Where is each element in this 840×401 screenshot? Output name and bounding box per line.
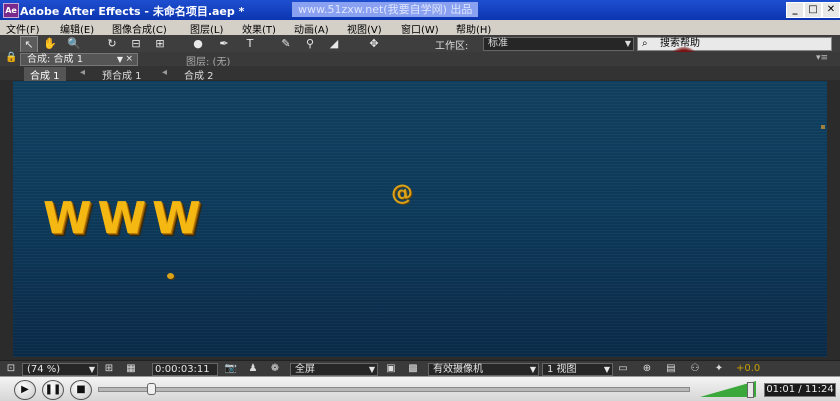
viewer-controls-bar: ⊡ (74 %) ▼ ⊞ ▦ 0:00:03:11 📷 ♟ ❁ 全屏 ▼ ▣ ▩… <box>0 360 840 377</box>
camera-tool-icon[interactable]: ⊟ <box>128 36 144 51</box>
fast-preview-icon[interactable]: ⊕ <box>640 363 654 375</box>
maximize-button[interactable]: □ <box>804 2 822 18</box>
hand-tool-icon[interactable]: ✋ <box>42 36 58 51</box>
lock-icon[interactable]: 🔒 <box>5 52 17 63</box>
clone-stamp-tool-icon[interactable]: ⚲ <box>302 36 318 51</box>
chevron-down-icon: ▼ <box>603 365 610 374</box>
composition-panel-header: 🔒 合成: 合成 1 ▼ × 图层: (无) ▾≡ <box>0 52 840 68</box>
ellipse-tool-icon[interactable]: ● <box>190 36 206 51</box>
composition-tab-label: 合成: 合成 1 <box>27 54 84 65</box>
after-effects-app-icon: Ae <box>3 3 19 18</box>
timecode-value: 0:00:03:11 <box>155 364 210 375</box>
panel-menu-icon[interactable]: ▾≡ <box>816 53 828 63</box>
watermark-banner: www.51zxw.net(我要自学网) 出品 <box>292 2 479 17</box>
zoom-tool-icon[interactable]: 🔍 <box>66 36 82 51</box>
menu-bar: 文件(F) 编辑(E) 图像合成(C) 图层(L) 效果(T) 动画(A) 视图… <box>0 20 840 36</box>
text-tool-icon[interactable]: T <box>242 36 258 51</box>
stop-icon[interactable]: ■ <box>70 380 92 400</box>
exposure-value[interactable]: +0.0 <box>736 363 760 374</box>
menu-edit[interactable]: 编辑(E) <box>60 21 94 36</box>
pan-behind-tool-icon[interactable]: ⊞ <box>152 36 168 51</box>
region-of-interest-icon[interactable]: ▣ <box>384 363 398 375</box>
menu-view[interactable]: 视图(V) <box>347 21 382 36</box>
always-preview-icon[interactable]: ⊡ <box>4 363 18 375</box>
window-titlebar: Ae Adobe After Effects - 未命名项目.aep * www… <box>0 0 840 20</box>
safe-zones-icon[interactable]: ⊞ <box>102 363 116 375</box>
grid-icon[interactable]: ▦ <box>124 363 138 375</box>
menu-effect[interactable]: 效果(T) <box>242 21 276 36</box>
view-layout-value: 1 视图 <box>547 364 577 375</box>
magnification-dropdown[interactable]: (74 %) ▼ <box>22 363 98 376</box>
chevron-down-icon: ▼ <box>529 365 536 374</box>
breadcrumb-comp-2[interactable]: 合成 2 <box>184 67 214 82</box>
dot-3d-shape <box>167 273 174 279</box>
pixel-aspect-icon[interactable]: ▭ <box>616 363 630 375</box>
close-button[interactable]: ✕ <box>822 2 840 18</box>
play-icon[interactable]: ▶ <box>14 380 36 400</box>
seek-thumb[interactable] <box>147 383 157 395</box>
puppet-tool-icon[interactable]: ✥ <box>366 36 382 51</box>
workspace-dropdown[interactable]: 标准 ▼ <box>483 37 634 51</box>
snapshot-camera-icon[interactable]: 📷 <box>224 363 238 375</box>
pen-tool-icon[interactable]: ✒ <box>216 36 232 51</box>
search-help-input[interactable]: ⌕ 搜索帮助 <box>637 37 832 51</box>
minimize-button[interactable]: _ <box>786 2 804 18</box>
timecode-field[interactable]: 0:00:03:11 <box>152 363 218 376</box>
transparency-grid-icon[interactable]: ▩ <box>406 363 420 375</box>
composition-viewer[interactable]: WWW @ <box>13 81 827 357</box>
view-layout-dropdown[interactable]: 1 视图 ▼ <box>542 363 613 376</box>
menu-layer[interactable]: 图层(L) <box>190 21 223 36</box>
breadcrumb-separator-icon: ◂ <box>162 67 168 78</box>
www-3d-text: WWW <box>43 193 207 244</box>
menu-animation[interactable]: 动画(A) <box>294 21 329 36</box>
eraser-tool-icon[interactable]: ◢ <box>326 36 342 51</box>
search-icon: ⌕ <box>642 38 648 49</box>
chevron-down-icon[interactable]: ▼ <box>117 54 123 65</box>
at-sign-3d-text: @ <box>389 179 415 208</box>
camera-view-value: 有效摄像机 <box>433 364 483 375</box>
menu-window[interactable]: 窗口(W) <box>401 21 439 36</box>
rotate-tool-icon[interactable]: ↻ <box>104 36 120 51</box>
composition-breadcrumb: 合成 1 ◂ 预合成 1 ◂ 合成 2 <box>0 66 840 82</box>
menu-composition[interactable]: 图像合成(C) <box>112 21 167 36</box>
window-title: Adobe After Effects - 未命名项目.aep * <box>20 5 245 18</box>
resolution-value: 全屏 <box>295 364 315 375</box>
color-channels-icon[interactable]: ❁ <box>268 363 282 375</box>
selection-tool-icon[interactable]: ↖ <box>20 36 38 53</box>
edge-marker <box>821 125 825 129</box>
resolution-dropdown[interactable]: 全屏 ▼ <box>290 363 378 376</box>
chevron-down-icon: ▼ <box>624 39 631 48</box>
playback-time: 01:01 / 11:24 <box>764 383 836 397</box>
exposure-icon[interactable]: ✦ <box>712 363 726 375</box>
pause-icon[interactable]: ❚❚ <box>42 380 64 400</box>
chevron-down-icon: ▼ <box>88 365 95 374</box>
chevron-down-icon: ▼ <box>368 365 375 374</box>
timeline-icon[interactable]: ▤ <box>664 363 678 375</box>
show-snapshot-icon[interactable]: ♟ <box>246 363 260 375</box>
breadcrumb-comp-1[interactable]: 合成 1 <box>24 67 66 82</box>
workspace-label: 工作区: <box>435 41 469 52</box>
menu-help[interactable]: 帮助(H) <box>456 21 491 36</box>
volume-knob[interactable] <box>747 382 755 398</box>
breadcrumb-precomp-1[interactable]: 预合成 1 <box>102 67 142 82</box>
breadcrumb-separator-icon: ◂ <box>80 67 86 78</box>
flowchart-icon[interactable]: ⚇ <box>688 363 702 375</box>
brush-tool-icon[interactable]: ✎ <box>278 36 294 51</box>
camera-view-dropdown[interactable]: 有效摄像机 ▼ <box>428 363 539 376</box>
magnification-value: (74 %) <box>27 364 61 375</box>
tab-composition[interactable]: 合成: 合成 1 ▼ × <box>20 53 138 66</box>
video-player-bar: ▶ ❚❚ ■ 01:01 / 11:24 <box>0 376 840 401</box>
tools-panel: ↖ ✋ 🔍 ↻ ⊟ ⊞ ● ✒ T ✎ ⚲ ◢ ✥ 工作区: 标准 ▼ ⌕ 搜索… <box>0 35 840 53</box>
workspace-value: 标准 <box>488 38 508 49</box>
close-tab-icon[interactable]: × <box>125 54 133 65</box>
seek-track[interactable] <box>98 387 690 392</box>
menu-file[interactable]: 文件(F) <box>6 21 40 36</box>
